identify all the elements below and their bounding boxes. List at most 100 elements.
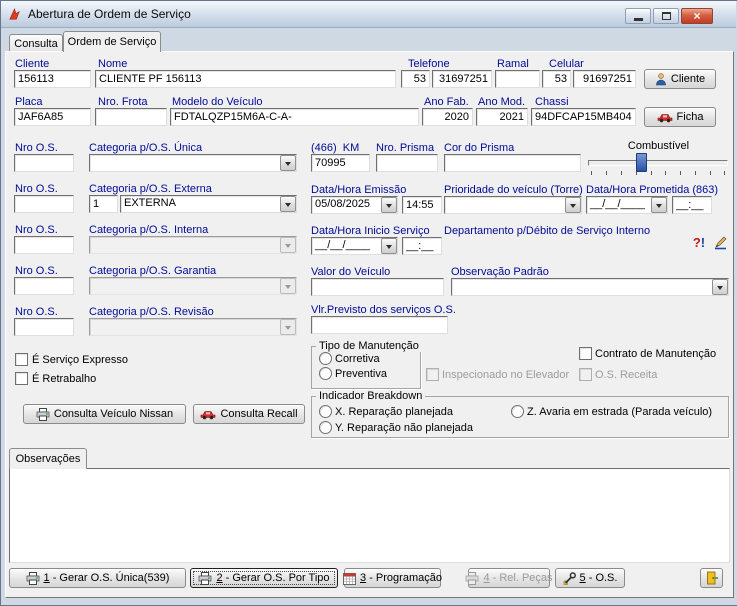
categoria-unica-select[interactable] xyxy=(89,154,297,172)
pen-icon xyxy=(713,235,728,250)
chassi-input[interactable] xyxy=(531,108,636,126)
nro-os-interna-label: Nro O.S. xyxy=(15,224,58,236)
slider-tick xyxy=(680,171,681,175)
corretiva-label: Corretiva xyxy=(335,353,380,365)
nro-os-garantia-input[interactable] xyxy=(14,277,74,295)
celular-ddd-input[interactable] xyxy=(542,70,571,88)
chevron-down-icon[interactable] xyxy=(381,197,397,213)
nro-os-externa-input[interactable] xyxy=(14,195,74,213)
chevron-down-icon[interactable] xyxy=(651,197,667,213)
question-mark-icon: ?! xyxy=(693,235,705,250)
ano-fab-input[interactable] xyxy=(422,108,473,126)
chevron-down-icon[interactable] xyxy=(712,279,728,295)
valor-veiculo-input[interactable] xyxy=(311,278,444,296)
programacao-button[interactable]: 3 - Programação xyxy=(344,568,441,588)
cliente-code-input[interactable] xyxy=(14,70,91,88)
contrato-manutencao-checkbox[interactable] xyxy=(579,347,592,360)
chevron-down-icon[interactable] xyxy=(381,238,397,254)
valor-veiculo-label: Valor do Veículo xyxy=(311,266,390,278)
combustivel-slider-track[interactable] xyxy=(588,160,728,166)
tab-ordem-de-servico[interactable]: Ordem de Serviço xyxy=(63,31,161,52)
combustivel-label: Combustível xyxy=(586,140,731,152)
servico-expresso-checkbox[interactable] xyxy=(15,353,28,366)
preventiva-radio[interactable] xyxy=(319,367,332,380)
nro-prisma-input[interactable] xyxy=(376,154,438,172)
combustivel-slider-handle[interactable] xyxy=(636,153,647,172)
gerar-os-por-tipo-button[interactable]: 2 - Gerar O.S. Por Tipo xyxy=(190,568,338,588)
emissao-time-input[interactable] xyxy=(402,196,442,214)
gerar-os-unica-button[interactable]: 1 - Gerar O.S. Única(539) xyxy=(9,568,186,588)
ano-mod-input[interactable] xyxy=(476,108,528,126)
categoria-interna-select xyxy=(89,236,297,254)
telefone-ddd-input[interactable] xyxy=(401,70,430,88)
cliente-label: Cliente xyxy=(15,58,49,70)
close-button[interactable]: × xyxy=(681,8,713,24)
consulta-veiculo-nissan-button[interactable]: Consulta Veículo Nissan xyxy=(23,404,186,424)
emissao-date-picker[interactable]: 05/08/2025 xyxy=(311,196,398,214)
retrabalho-label: É Retrabalho xyxy=(32,373,96,385)
tab-consulta[interactable]: Consulta xyxy=(9,34,63,52)
categoria-unica-label: Categoria p/O.S. Única xyxy=(89,142,202,154)
window-title: Abertura de Ordem de Serviço xyxy=(28,7,191,21)
tab-ordem-label: Ordem de Serviço xyxy=(68,36,157,48)
slider-tick xyxy=(724,171,725,175)
maximize-button[interactable] xyxy=(653,8,679,24)
breakdown-z-radio[interactable] xyxy=(511,405,524,418)
nro-os-unica-input[interactable] xyxy=(14,154,74,172)
placa-input[interactable] xyxy=(14,108,91,126)
celular-input[interactable] xyxy=(573,70,636,88)
categoria-externa-select[interactable]: EXTERNA xyxy=(120,195,297,213)
observacoes-textarea[interactable] xyxy=(9,468,730,563)
cliente-button-label: Cliente xyxy=(671,73,705,85)
inspecionado-elevador-checkbox xyxy=(426,368,439,381)
ficha-button-label: Ficha xyxy=(677,111,704,123)
os-receita-checkbox xyxy=(579,368,592,381)
breakdown-x-radio[interactable] xyxy=(319,405,332,418)
chevron-down-icon[interactable] xyxy=(280,155,296,171)
chevron-down-icon[interactable] xyxy=(565,197,581,213)
nro-os-revisao-input[interactable] xyxy=(14,318,74,336)
observacao-padrao-select[interactable] xyxy=(451,278,729,296)
os-button[interactable]: 5 - O.S. xyxy=(555,568,625,588)
placa-label: Placa xyxy=(15,96,43,108)
ramal-input[interactable] xyxy=(495,70,540,88)
departamento-edit-button[interactable] xyxy=(710,232,730,252)
printer-icon xyxy=(36,408,50,421)
breakdown-y-radio[interactable] xyxy=(319,421,332,434)
prioridade-label: Prioridade do veículo (Torre) xyxy=(444,184,583,196)
cor-prisma-input[interactable] xyxy=(444,154,581,172)
departamento-help-button[interactable]: ?! xyxy=(689,232,709,252)
telefone-input[interactable] xyxy=(432,70,492,88)
nome-input[interactable] xyxy=(95,70,396,88)
wrench-icon xyxy=(563,572,576,585)
km-input[interactable] xyxy=(311,154,370,172)
inicio-time-input[interactable] xyxy=(402,237,442,255)
nro-os-revisao-label: Nro O.S. xyxy=(15,306,58,318)
categoria-externa-code-input[interactable] xyxy=(89,195,118,213)
exit-button[interactable] xyxy=(700,568,723,588)
inicio-date-picker[interactable]: __/__/____ xyxy=(311,237,398,255)
programacao-label: 3 - Programação xyxy=(360,572,442,584)
prometida-date-picker[interactable]: __/__/____ xyxy=(586,196,668,214)
frota-label: Nro. Frota xyxy=(98,96,148,108)
ficha-button[interactable]: Ficha xyxy=(644,107,716,127)
vlr-previsto-input[interactable] xyxy=(311,316,448,334)
tab-observacoes[interactable]: Observações xyxy=(9,448,87,469)
modelo-input[interactable] xyxy=(170,108,419,126)
car-icon xyxy=(657,112,673,123)
minimize-button[interactable] xyxy=(625,8,651,24)
slider-tick xyxy=(621,171,622,175)
nro-os-interna-input[interactable] xyxy=(14,236,74,254)
cliente-button[interactable]: Cliente xyxy=(644,69,716,89)
nro-os-garantia-label: Nro O.S. xyxy=(15,265,58,277)
frota-input[interactable] xyxy=(95,108,167,126)
consulta-recall-button[interactable]: Consulta Recall xyxy=(193,404,305,424)
inicio-date-value: __/__/____ xyxy=(312,238,381,254)
categoria-interna-value xyxy=(90,237,280,253)
retrabalho-checkbox[interactable] xyxy=(15,372,28,385)
prometida-time-input[interactable] xyxy=(672,196,712,214)
prioridade-select[interactable] xyxy=(444,196,582,214)
chevron-down-icon[interactable] xyxy=(280,196,296,212)
breakdown-z-label: Z. Avaria em estrada (Parada veículo) xyxy=(527,406,712,418)
corretiva-radio[interactable] xyxy=(319,352,332,365)
